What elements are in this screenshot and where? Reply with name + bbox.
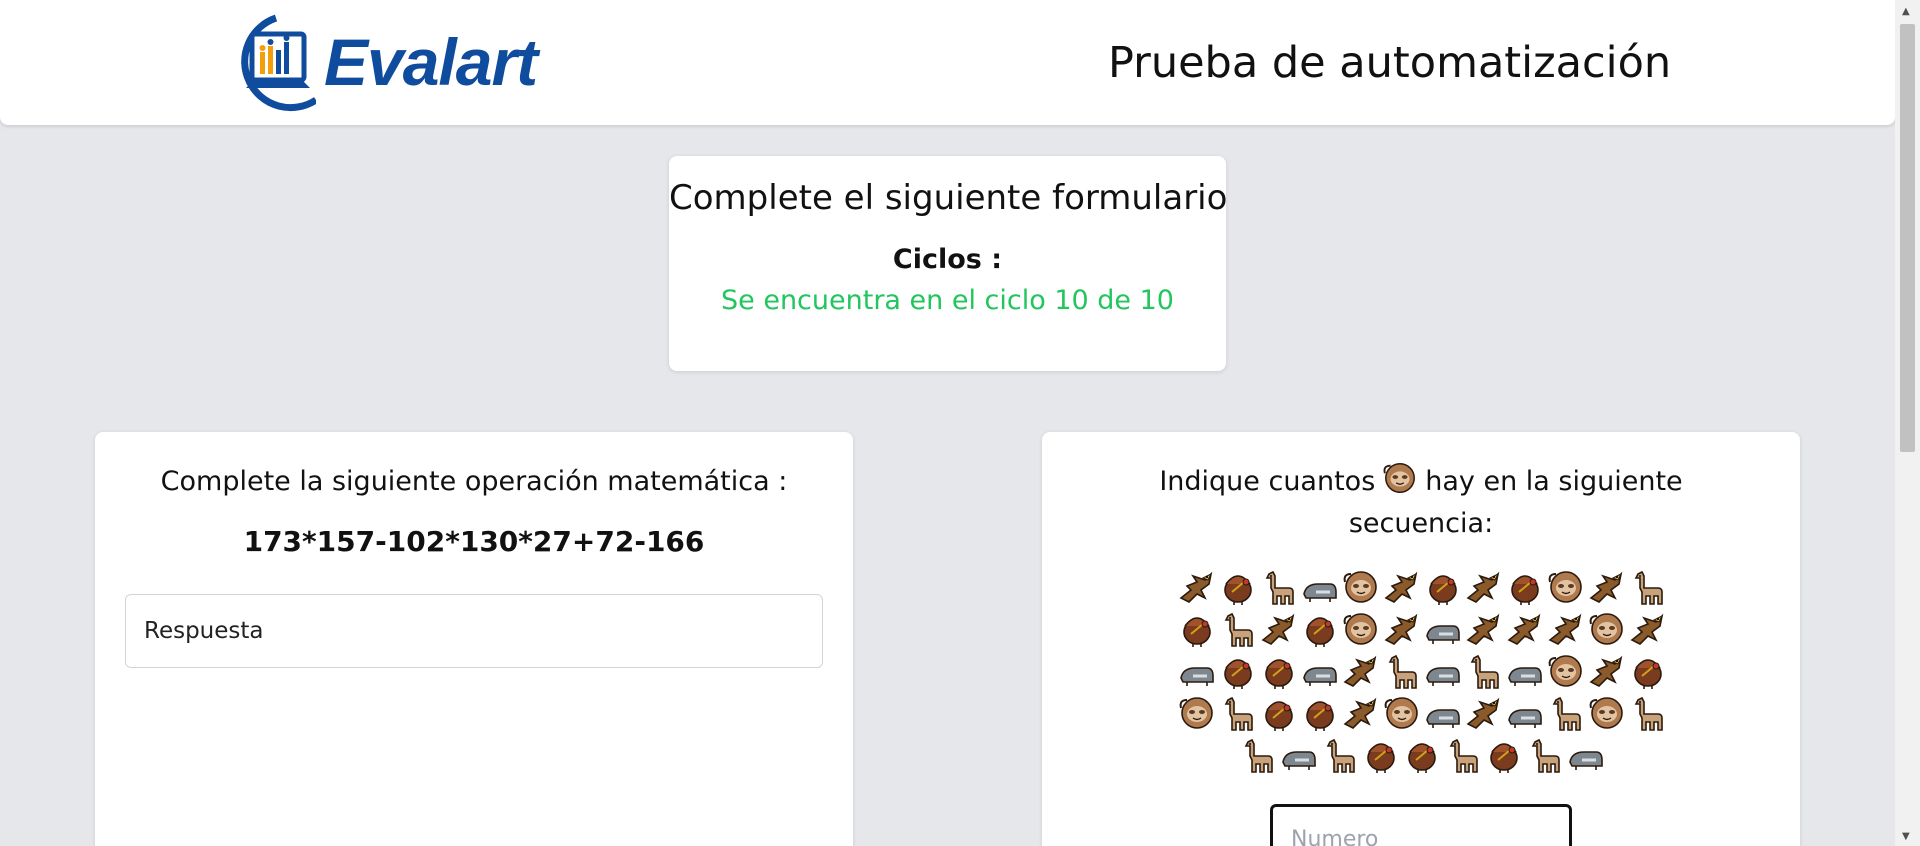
vertical-scrollbar[interactable]: ▲ ▼ (1895, 0, 1920, 846)
turkey-icon (1218, 652, 1258, 690)
eagle-icon (1259, 610, 1299, 648)
sloth-icon (1177, 694, 1217, 732)
llama-icon (1464, 652, 1504, 690)
cycles-label: Ciclos : (892, 244, 1003, 275)
tapir-icon (1566, 736, 1606, 774)
llama-icon (1259, 568, 1299, 606)
llama-icon (1218, 694, 1258, 732)
answer-input[interactable] (125, 594, 823, 668)
sequence-row (1172, 650, 1672, 692)
math-card: Complete la siguiente operación matemáti… (95, 432, 853, 846)
turkey-icon (1402, 736, 1442, 774)
turkey-icon (1300, 694, 1340, 732)
cycle-status: Se encuentra en el ciclo 10 de 10 (721, 285, 1174, 316)
sloth-icon (1587, 694, 1627, 732)
eagle-icon (1464, 568, 1504, 606)
site-header: Evalart Prueba de automatización (0, 0, 1895, 125)
eagle-icon (1587, 568, 1627, 606)
eagle-icon (1382, 568, 1422, 606)
turkey-icon (1484, 736, 1524, 774)
llama-icon (1382, 652, 1422, 690)
scroll-up-icon[interactable]: ▲ (1902, 6, 1910, 17)
llama-icon (1525, 736, 1565, 774)
tapir-icon (1300, 652, 1340, 690)
llama-icon (1546, 694, 1586, 732)
logo-wordmark: Evalart (324, 25, 538, 99)
eagle-icon (1628, 610, 1668, 648)
scroll-down-icon[interactable]: ▼ (1902, 831, 1910, 842)
llama-icon (1320, 736, 1360, 774)
eagle-icon (1505, 610, 1545, 648)
sequence-row (1172, 734, 1672, 776)
eagle-icon (1382, 610, 1422, 648)
evalart-logo[interactable]: Evalart (236, 12, 596, 116)
tapir-icon (1423, 652, 1463, 690)
sloth-icon (1382, 694, 1422, 732)
sequence-row (1172, 692, 1672, 734)
turkey-icon (1259, 652, 1299, 690)
number-input[interactable] (1270, 804, 1572, 846)
eagle-icon (1464, 694, 1504, 732)
sloth-icon (1381, 460, 1419, 496)
eagle-icon (1341, 694, 1381, 732)
form-heading: Complete el siguiente formulario (669, 178, 1228, 218)
turkey-icon (1218, 568, 1258, 606)
tapir-icon (1505, 652, 1545, 690)
page: Evalart Prueba de automatización Complet… (0, 0, 1920, 846)
sloth-icon (1341, 610, 1381, 648)
tapir-icon (1279, 736, 1319, 774)
monitor-icon (241, 14, 316, 112)
sequence-row (1172, 608, 1672, 650)
sequence-question: Indique cuantos hay en la siguiente secue… (1042, 460, 1800, 545)
math-expression: 173*157-102*130*27+72-166 (243, 525, 705, 558)
tapir-icon (1423, 610, 1463, 648)
turkey-icon (1505, 568, 1545, 606)
llama-icon (1218, 610, 1258, 648)
tapir-icon (1300, 568, 1340, 606)
sequence-row (1172, 566, 1672, 608)
eagle-icon (1546, 610, 1586, 648)
tapir-icon (1177, 652, 1217, 690)
turkey-icon (1423, 568, 1463, 606)
animal-sequence (1172, 566, 1672, 776)
sloth-icon (1546, 652, 1586, 690)
sloth-icon (1546, 568, 1586, 606)
llama-icon (1238, 736, 1278, 774)
turkey-icon (1628, 652, 1668, 690)
scroll-thumb[interactable] (1900, 24, 1915, 452)
turkey-icon (1300, 610, 1340, 648)
turkey-icon (1177, 610, 1217, 648)
eagle-icon (1341, 652, 1381, 690)
eagle-icon (1464, 610, 1504, 648)
eagle-icon (1587, 652, 1627, 690)
llama-icon (1443, 736, 1483, 774)
sequence-card: Indique cuantos hay en la siguiente secue… (1042, 432, 1800, 846)
question-prefix: Indique cuantos (1159, 466, 1376, 497)
turkey-icon (1361, 736, 1401, 774)
llama-icon (1628, 694, 1668, 732)
page-title: Prueba de automatización (1108, 38, 1672, 88)
sloth-icon (1587, 610, 1627, 648)
sloth-icon (1341, 568, 1381, 606)
tapir-icon (1423, 694, 1463, 732)
turkey-icon (1259, 694, 1299, 732)
eagle-icon (1177, 568, 1217, 606)
cycle-card: Complete el siguiente formulario Ciclos … (669, 156, 1228, 371)
math-question: Complete la siguiente operación matemáti… (160, 466, 788, 497)
llama-icon (1628, 568, 1668, 606)
tapir-icon (1505, 694, 1545, 732)
